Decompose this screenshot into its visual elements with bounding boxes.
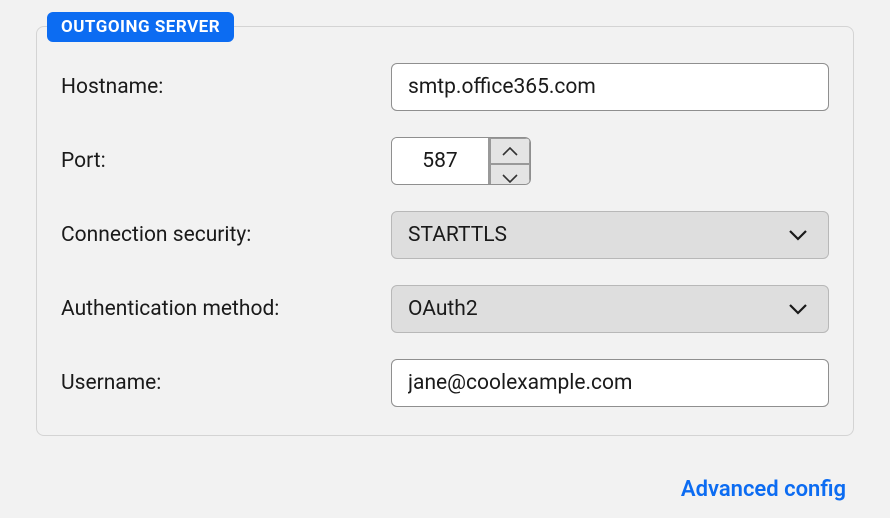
connection-security-row: Connection security: STARTTLS	[61, 211, 829, 259]
port-label: Port:	[61, 149, 391, 173]
auth-method-label: Authentication method:	[61, 297, 391, 321]
port-increment-button[interactable]	[490, 138, 530, 164]
outgoing-server-fieldset: OUTGOING SERVER Hostname: Port:	[36, 26, 854, 436]
connection-security-label: Connection security:	[61, 223, 391, 247]
port-stepper-buttons	[488, 138, 530, 184]
hostname-input[interactable]	[391, 63, 829, 111]
port-input[interactable]	[392, 138, 488, 184]
port-row: Port:	[61, 137, 829, 185]
auth-method-row: Authentication method: OAuth2	[61, 285, 829, 333]
chevron-down-icon	[788, 223, 808, 247]
port-stepper	[391, 137, 531, 185]
outgoing-server-badge: OUTGOING SERVER	[47, 12, 234, 42]
auth-method-value: OAuth2	[408, 297, 478, 321]
hostname-label: Hostname:	[61, 75, 391, 99]
advanced-config-link[interactable]: Advanced config	[681, 477, 846, 502]
port-decrement-button[interactable]	[490, 164, 530, 185]
chevron-up-icon	[502, 139, 518, 163]
chevron-down-icon	[502, 165, 518, 185]
username-input[interactable]	[391, 359, 829, 407]
connection-security-value: STARTTLS	[408, 223, 507, 247]
auth-method-select[interactable]: OAuth2	[391, 285, 829, 333]
username-label: Username:	[61, 371, 391, 395]
chevron-down-icon	[788, 297, 808, 321]
hostname-row: Hostname:	[61, 63, 829, 111]
connection-security-select[interactable]: STARTTLS	[391, 211, 829, 259]
username-row: Username:	[61, 359, 829, 407]
